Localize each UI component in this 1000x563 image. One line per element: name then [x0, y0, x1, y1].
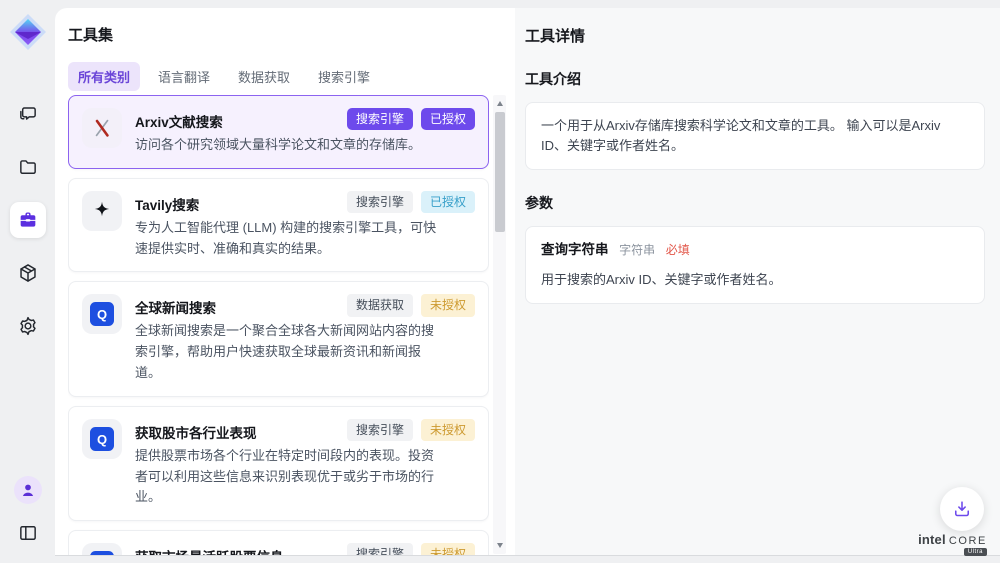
tool-name: Tavily搜索: [135, 191, 339, 214]
global-news-icon: Q: [82, 419, 122, 459]
tool-description: 访问各个研究领域大量科学论文和文章的存储库。: [135, 135, 437, 156]
auth-status-badge: 未授权: [421, 543, 475, 555]
details-title: 工具详情: [525, 25, 985, 46]
tab-数据获取[interactable]: 数据获取: [228, 62, 300, 91]
sidebar-item-chat[interactable]: [10, 96, 46, 132]
tab-语言翻译[interactable]: 语言翻译: [148, 62, 220, 91]
param-box: 查询字符串 字符串 必填 用于搜索的Arxiv ID、关键字或作者姓名。: [525, 226, 985, 304]
tool-description: 专为人工智能代理 (LLM) 构建的搜索引擎工具，可快速提供实时、准确和真实的结…: [135, 218, 437, 260]
avatar-icon: [19, 481, 37, 499]
intro-heading: 工具介绍: [525, 69, 985, 89]
category-tabs: 所有类别语言翻译数据获取搜索引擎: [68, 62, 501, 91]
param-required-badge: 必填: [666, 243, 690, 257]
sidebar-item-cube[interactable]: [10, 255, 46, 291]
tavily-star-icon: [82, 191, 122, 231]
auth-status-badge: 未授权: [421, 419, 475, 441]
param-header: 查询字符串 字符串 必填: [541, 240, 969, 261]
global-news-icon: Q: [82, 294, 122, 334]
tools-panel: 工具集 所有类别语言翻译数据获取搜索引擎 Arxiv文献搜索 搜索引擎 已授权 …: [55, 8, 515, 555]
category-badge: 搜索引擎: [347, 108, 413, 130]
download-icon: [951, 498, 973, 520]
left-icon-rail: [0, 0, 55, 556]
params-heading: 参数: [525, 193, 985, 213]
cube-icon: [17, 262, 39, 284]
sidebar-item-folder[interactable]: [10, 149, 46, 185]
tool-card-list: Arxiv文献搜索 搜索引擎 已授权 访问各个研究领域大量科学论文和文章的存储库…: [68, 95, 489, 555]
folder-icon: [17, 156, 39, 178]
download-button[interactable]: [940, 487, 984, 531]
toolbox-icon: [17, 209, 39, 231]
user-avatar[interactable]: [14, 476, 42, 504]
tool-card[interactable]: Q 全球新闻搜索 数据获取 未授权 全球新闻搜索是一个聚合全球各大新闻网站内容的…: [68, 281, 489, 396]
sidebar-item-panel-toggle[interactable]: [13, 518, 43, 548]
tools-panel-header: 工具集 所有类别语言翻译数据获取搜索引擎: [55, 8, 515, 91]
scrollbar-up-arrow-icon[interactable]: [493, 97, 506, 110]
category-badge: 搜索引擎: [347, 191, 413, 213]
intel-core-text: CORE: [949, 535, 987, 547]
tool-name: 获取股市各行业表现: [135, 419, 339, 442]
tool-name: Arxiv文献搜索: [135, 108, 339, 131]
app-logo-icon: [8, 12, 48, 52]
scrollbar[interactable]: [493, 95, 506, 554]
scrollbar-down-arrow-icon[interactable]: [493, 539, 506, 552]
category-badge: 搜索引擎: [347, 419, 413, 441]
auth-status-badge: 已授权: [421, 108, 475, 130]
tool-name: 获取市场最活跃股票信息: [135, 543, 339, 555]
gear-icon: [17, 315, 39, 337]
auth-status-badge: 未授权: [421, 294, 475, 316]
tool-card[interactable]: Q 获取股市各行业表现 搜索引擎 未授权 提供股票市场各个行业在特定时间段内的表…: [68, 406, 489, 521]
tool-card[interactable]: Q 获取市场最活跃股票信息 搜索引擎 未授权 提供当天交易量最高的股票列表，投资…: [68, 530, 489, 555]
tool-card[interactable]: Arxiv文献搜索 搜索引擎 已授权 访问各个研究领域大量科学论文和文章的存储库…: [68, 95, 489, 169]
sidebar-item-toolbox[interactable]: [10, 202, 46, 238]
intel-ultra-badge: Ultra: [964, 548, 987, 556]
svg-text:Q: Q: [97, 307, 107, 322]
param-description: 用于搜索的Arxiv ID、关键字或作者姓名。: [541, 270, 969, 290]
param-type: 字符串: [619, 243, 655, 257]
category-badge: 数据获取: [347, 294, 413, 316]
global-news-icon: Q: [82, 543, 122, 555]
intel-core-logo: intel CORE Ultra: [917, 532, 987, 556]
tab-所有类别[interactable]: 所有类别: [68, 62, 140, 91]
intel-brand-text: intel: [918, 532, 946, 547]
svg-text:Q: Q: [97, 432, 107, 447]
page-title: 工具集: [68, 24, 501, 45]
panel-toggle-icon: [17, 522, 39, 544]
auth-status-badge: 已授权: [421, 191, 475, 213]
tool-description: 提供股票市场各个行业在特定时间段内的表现。投资者可以利用这些信息来识别表现优于或…: [135, 446, 437, 508]
intro-box: 一个用于从Arxiv存储库搜索科学论文和文章的工具。 输入可以是Arxiv ID…: [525, 102, 985, 170]
arxiv-logo-icon: [82, 108, 122, 148]
app-window: 工具集 所有类别语言翻译数据获取搜索引擎 Arxiv文献搜索 搜索引擎 已授权 …: [55, 8, 1000, 556]
tool-details-panel: 工具详情 工具介绍 一个用于从Arxiv存储库搜索科学论文和文章的工具。 输入可…: [515, 8, 1000, 555]
category-badge: 搜索引擎: [347, 543, 413, 555]
tool-description: 全球新闻搜索是一个聚合全球各大新闻网站内容的搜索引擎，帮助用户快速获取全球最新资…: [135, 321, 437, 383]
param-name: 查询字符串: [541, 242, 609, 257]
sidebar-item-gear[interactable]: [10, 308, 46, 344]
chat-icon: [17, 103, 39, 125]
tool-name: 全球新闻搜索: [135, 294, 339, 317]
tool-card[interactable]: Tavily搜索 搜索引擎 已授权 专为人工智能代理 (LLM) 构建的搜索引擎…: [68, 178, 489, 273]
scrollbar-thumb[interactable]: [495, 112, 505, 232]
tab-搜索引擎[interactable]: 搜索引擎: [308, 62, 380, 91]
